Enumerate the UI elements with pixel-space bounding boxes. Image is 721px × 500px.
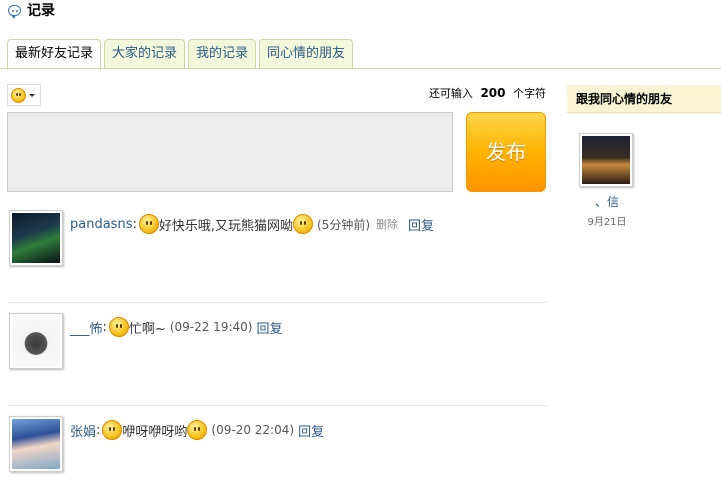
avatar[interactable]: [9, 210, 63, 266]
avatar[interactable]: [9, 313, 63, 369]
char-counter: 还可输入 200 个字符: [429, 85, 546, 101]
shocked-face-icon: [108, 317, 129, 337]
publish-button[interactable]: 发布: [466, 112, 546, 192]
sidebar-title: 跟我同心情的朋友: [567, 85, 721, 113]
reply-link[interactable]: 回复: [256, 318, 282, 337]
tab-my-records[interactable]: 我的记录: [188, 39, 257, 69]
record-text: 好快乐哦,又玩熊猫网呦: [158, 218, 293, 234]
tab-divider: [0, 68, 721, 69]
feed-list: pandasns : 好快乐哦,又玩熊猫网呦 (5分钟前) 删除 回复 ___怖…: [7, 200, 547, 500]
friend-card: 、信 9月21日: [579, 133, 635, 228]
speech-bubble-icon: [8, 4, 21, 19]
hug-face-icon: [187, 420, 208, 440]
reply-link[interactable]: 回复: [408, 215, 434, 234]
user-link[interactable]: 张娟: [70, 421, 96, 440]
page-header: 记录: [8, 0, 55, 20]
page-title: 记录: [27, 3, 55, 19]
record-text: 忙啊~: [128, 321, 166, 337]
record-entry: 张娟 : 咿呀咿呀哟 (09-20 22:04) 回复: [70, 420, 324, 440]
avatar[interactable]: [579, 133, 633, 187]
record-entry: pandasns : 好快乐哦,又玩熊猫网呦 (5分钟前) 删除 回复: [70, 214, 434, 234]
counter-value: 200: [480, 86, 506, 100]
list-item: 张娟 : 咿呀咿呀哟 (09-20 22:04) 回复: [7, 406, 547, 500]
counter-prefix: 还可输入: [428, 87, 473, 100]
grin-icon: [293, 214, 313, 234]
tab-same-mood-friends[interactable]: 同心情的朋友: [259, 39, 354, 69]
emoji-picker-button[interactable]: [7, 84, 41, 106]
record-time: (09-20 22:04): [211, 423, 295, 437]
record-text: 咿呀咿呀哟: [122, 424, 188, 440]
list-item: pandasns : 好快乐哦,又玩熊猫网呦 (5分钟前) 删除 回复: [7, 200, 547, 303]
user-link[interactable]: pandasns: [70, 217, 132, 232]
avatar[interactable]: [9, 416, 63, 472]
same-mood-sidebar: 跟我同心情的朋友 、信 9月21日: [567, 85, 721, 228]
sleepy-face-icon: [102, 420, 123, 440]
record-time: (5分钟前): [317, 217, 370, 232]
tab-bar: 最新好友记录 大家的记录 我的记录 同心情的朋友: [7, 39, 356, 70]
smiley-icon: [11, 87, 26, 103]
status-input[interactable]: [7, 112, 453, 192]
friend-name-link[interactable]: 、信: [579, 193, 635, 210]
user-link[interactable]: ___怖: [70, 318, 103, 337]
smiley-icon: [138, 214, 159, 234]
friend-date: 9月21日: [587, 217, 627, 228]
chevron-down-icon: [29, 93, 35, 97]
reply-link[interactable]: 回复: [298, 421, 324, 440]
list-item: ___怖 : 忙啊~ (09-22 19:40) 回复: [7, 303, 547, 406]
record-entry: ___怖 : 忙啊~ (09-22 19:40) 回复: [70, 317, 282, 337]
counter-suffix: 个字符: [513, 87, 546, 100]
tab-everyone-records[interactable]: 大家的记录: [104, 39, 186, 69]
record-time: (09-22 19:40): [169, 320, 253, 334]
delete-link[interactable]: 删除: [376, 216, 398, 232]
tab-latest-friend-records[interactable]: 最新好友记录: [7, 39, 102, 70]
